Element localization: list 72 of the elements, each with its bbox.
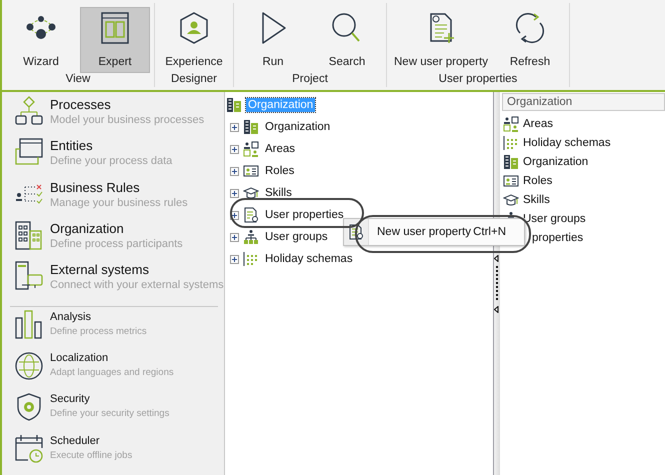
nav-item-title[interactable]: Organization bbox=[50, 220, 183, 238]
nav-item-description: Connect with your external systems bbox=[50, 278, 224, 292]
document-gear-icon bbox=[348, 224, 364, 240]
expand-button[interactable] bbox=[230, 144, 239, 154]
tree-node[interactable]: Skills bbox=[263, 186, 294, 200]
nav-item-title[interactable]: Localization bbox=[50, 351, 174, 366]
ribbon-button[interactable]: Run bbox=[238, 7, 308, 73]
bar-chart-icon bbox=[14, 310, 44, 340]
tree-node[interactable]: User groups bbox=[263, 230, 330, 244]
expand-button[interactable] bbox=[230, 166, 239, 176]
tree-node[interactable]: User properties bbox=[263, 208, 346, 222]
expand-button[interactable] bbox=[230, 188, 239, 198]
list-item[interactable]: properties bbox=[532, 232, 584, 244]
nav-item-description: Execute offline jobs bbox=[50, 448, 132, 463]
nav-item-title[interactable]: Security bbox=[50, 392, 170, 408]
tree-node[interactable]: Holiday schemas bbox=[263, 252, 355, 266]
group-label: Designer bbox=[170, 73, 218, 87]
ribbon-button[interactable]: Search bbox=[312, 7, 382, 73]
nav-item-title[interactable]: Business Rules bbox=[50, 178, 188, 196]
ribbon-button[interactable]: Expert bbox=[80, 7, 150, 73]
list-item[interactable]: Roles bbox=[523, 174, 552, 186]
nav-item-description: Adapt languages and regions bbox=[50, 366, 174, 380]
nav-item-description: Define your security settings bbox=[50, 407, 170, 422]
list-item[interactable]: Areas bbox=[523, 118, 554, 130]
ribbon-button[interactable]: Wizard bbox=[6, 7, 76, 73]
tree-node[interactable]: Areas bbox=[263, 142, 298, 156]
calendar-clock-icon bbox=[14, 434, 44, 464]
collapse-arrow-icon[interactable] bbox=[494, 306, 499, 312]
computers-icon bbox=[14, 261, 44, 292]
ribbon-button[interactable]: Experience bbox=[159, 7, 229, 73]
group-label: View bbox=[64, 73, 92, 87]
nav-item-description: Define process participants bbox=[50, 237, 183, 252]
nav-item-description: Define process metrics bbox=[50, 324, 147, 339]
nav-item-description: Manage your business rules bbox=[50, 196, 188, 210]
menu-item[interactable]: New user property Ctrl+N bbox=[369, 226, 524, 238]
expand-button[interactable] bbox=[230, 122, 239, 132]
id-card-icon bbox=[503, 172, 519, 188]
nav-item-title[interactable]: Entities bbox=[50, 137, 172, 154]
buildings-icon bbox=[503, 154, 519, 170]
graduation-cap-icon bbox=[243, 185, 259, 201]
list-item[interactable]: Skills bbox=[523, 194, 550, 206]
buildings-icon bbox=[243, 119, 259, 135]
nav-item-title[interactable]: Analysis bbox=[50, 310, 147, 325]
expand-button[interactable] bbox=[230, 254, 239, 264]
id-card-icon bbox=[243, 163, 259, 179]
nav-item-title[interactable]: Scheduler bbox=[50, 434, 132, 449]
nav-item-title[interactable]: External systems bbox=[50, 261, 224, 278]
tree-node[interactable]: Organization bbox=[263, 120, 332, 134]
group-label: Project bbox=[291, 73, 329, 87]
calendar-grid-icon bbox=[503, 134, 519, 150]
ribbon-button[interactable]: New user property bbox=[391, 7, 491, 73]
nav-item-title[interactable]: Processes bbox=[50, 96, 204, 113]
panel-header: Organization bbox=[502, 93, 665, 111]
nav-item-description: Model your business processes bbox=[50, 113, 204, 127]
document-gear-icon bbox=[243, 207, 259, 223]
collapse-arrow-icon[interactable] bbox=[494, 254, 499, 262]
calendar-grid-icon bbox=[243, 251, 259, 267]
tree-node[interactable]: Roles bbox=[263, 164, 296, 178]
graduation-cap-icon bbox=[503, 192, 519, 208]
ribbon-button[interactable]: Refresh bbox=[494, 7, 565, 73]
hierarchy-icon bbox=[243, 229, 259, 245]
expand-button[interactable] bbox=[230, 232, 239, 242]
window-icon bbox=[14, 137, 44, 168]
group-label: User properties bbox=[438, 73, 518, 87]
nav-item-description: Define your process data bbox=[50, 154, 172, 168]
list-item[interactable]: Organization bbox=[523, 156, 588, 168]
flowchart-icon bbox=[14, 96, 44, 126]
areas-icon bbox=[503, 116, 519, 132]
buildings-icon bbox=[14, 220, 44, 250]
list-item[interactable]: Holiday schemas bbox=[523, 136, 611, 148]
globe-icon bbox=[14, 351, 44, 382]
areas-icon bbox=[243, 141, 259, 157]
